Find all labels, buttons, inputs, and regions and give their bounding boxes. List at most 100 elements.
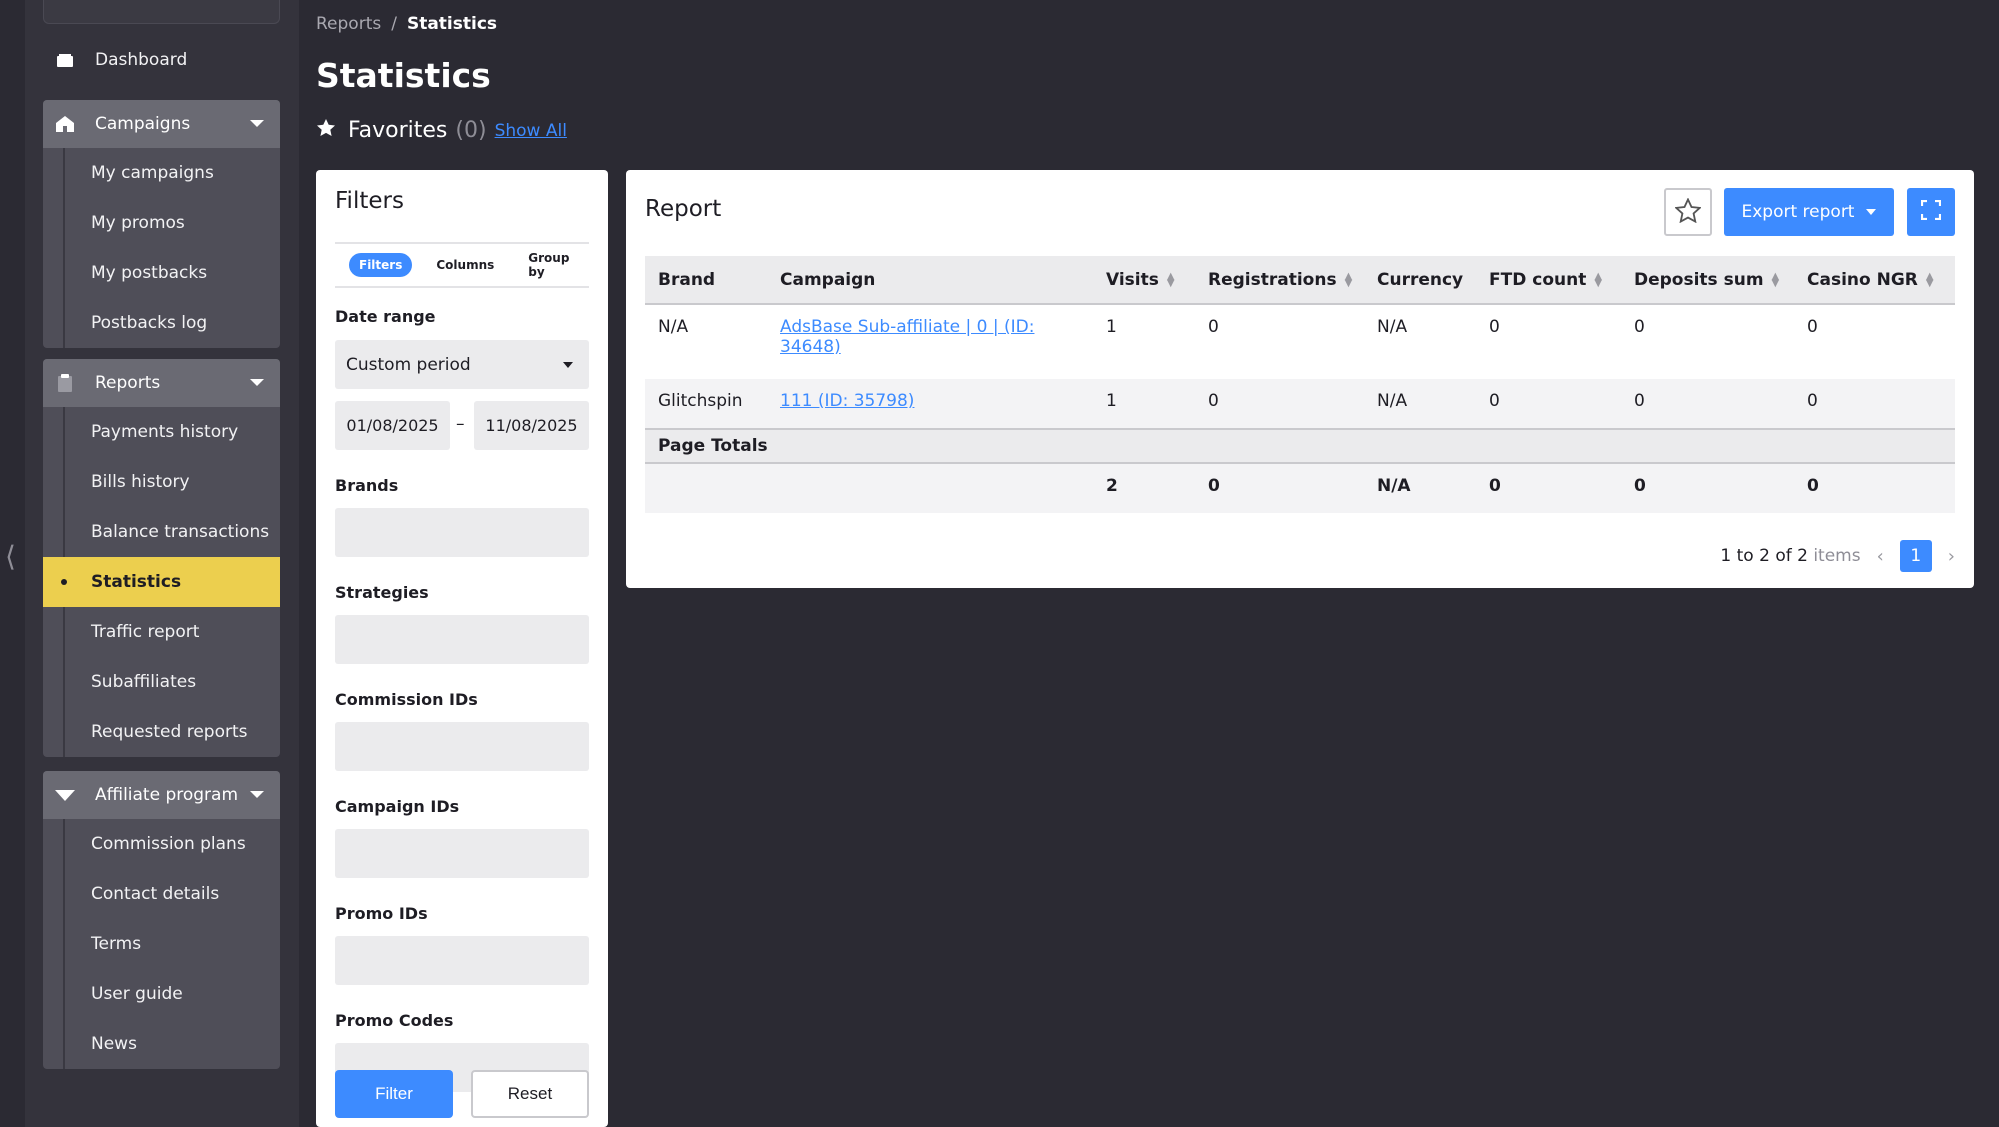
- fullscreen-button[interactable]: [1907, 188, 1955, 236]
- sidebar-item-statistics[interactable]: Statistics: [43, 557, 280, 607]
- table-row: N/A AdsBase Sub-affiliate | 0 | (ID: 346…: [645, 304, 1955, 379]
- sidebar-item-requested-reports[interactable]: Requested reports: [43, 707, 280, 757]
- sidebar-collapse-handle[interactable]: ⟨: [5, 538, 21, 576]
- promo-ids-select[interactable]: [335, 936, 589, 985]
- sort-icon[interactable]: ▲ ▼: [1167, 271, 1175, 288]
- sidebar-item-dashboard[interactable]: Dashboard: [43, 35, 280, 85]
- sidebar-group-header-affiliate-program[interactable]: Affiliate program: [43, 771, 280, 819]
- sidebar-item-payments-history[interactable]: Payments history: [43, 407, 280, 457]
- sidebar-item-commission-plans[interactable]: Commission plans: [43, 819, 280, 869]
- total-casino-ngr: 0: [1794, 463, 1955, 513]
- sidebar-group-affiliate-program: Affiliate program Commission plans Conta…: [43, 771, 280, 1069]
- pagination-items-label: items: [1813, 546, 1861, 566]
- commission-ids-label: Commission IDs: [335, 690, 478, 709]
- reset-button[interactable]: Reset: [471, 1070, 589, 1118]
- tab-columns[interactable]: Columns: [426, 253, 504, 277]
- campaign-ids-label: Campaign IDs: [335, 797, 460, 816]
- sidebar: Dashboard Campaigns My campaigns My prom…: [25, 0, 299, 1127]
- sidebar-item-traffic-report[interactable]: Traffic report: [43, 607, 280, 657]
- column-header-label: FTD count: [1489, 269, 1587, 290]
- filters-panel: Filters Filters Columns Group by Date ra…: [316, 170, 608, 1127]
- sort-icon[interactable]: ▲ ▼: [1594, 271, 1602, 288]
- sort-icon[interactable]: ▲ ▼: [1772, 271, 1780, 288]
- table-row: Glitchspin 111 (ID: 35798) 1 0 N/A 0 0 0: [645, 379, 1955, 429]
- sidebar-item-balance-transactions[interactable]: Balance transactions: [43, 507, 280, 557]
- cell-casino-ngr: 0: [1794, 379, 1955, 429]
- sidebar-item-contact-details[interactable]: Contact details: [43, 869, 280, 919]
- sidebar-item-my-postbacks[interactable]: My postbacks: [43, 248, 280, 298]
- cell-campaign: 111 (ID: 35798): [767, 379, 1093, 429]
- column-header-label: Deposits sum: [1634, 269, 1764, 290]
- tab-group-by[interactable]: Group by: [518, 246, 589, 284]
- add-favorite-button[interactable]: [1664, 188, 1712, 236]
- cell-casino-ngr: 0: [1794, 304, 1955, 379]
- sidebar-item-my-promos[interactable]: My promos: [43, 198, 280, 248]
- cell-ftd-count: 0: [1476, 304, 1621, 379]
- campaign-link[interactable]: 111 (ID: 35798): [780, 391, 914, 411]
- report-panel: Report Export report Brand Campaign Visi…: [626, 170, 1974, 588]
- total-visits: 2: [1093, 463, 1195, 513]
- breadcrumb-parent[interactable]: Reports: [316, 14, 381, 34]
- column-header-campaign[interactable]: Campaign: [767, 256, 1093, 305]
- show-all-link[interactable]: Show All: [495, 121, 567, 141]
- column-header-ftd-count[interactable]: FTD count ▲ ▼: [1476, 256, 1621, 305]
- commission-ids-select[interactable]: [335, 722, 589, 771]
- date-from-input[interactable]: 01/08/2025: [335, 401, 450, 450]
- cell-brand: [645, 463, 767, 513]
- column-header-casino-ngr[interactable]: Casino NGR ▲ ▼: [1794, 256, 1955, 305]
- column-header-currency[interactable]: Currency: [1364, 256, 1476, 305]
- column-header-label: Currency: [1377, 269, 1464, 290]
- campaign-link[interactable]: AdsBase Sub-affiliate | 0 | (ID: 34648): [780, 317, 1034, 357]
- breadcrumb-separator: /: [391, 14, 397, 34]
- column-header-label: Campaign: [780, 269, 876, 290]
- total-deposits-sum: 0: [1621, 463, 1794, 513]
- sidebar-item-bills-history[interactable]: Bills history: [43, 457, 280, 507]
- filter-button[interactable]: Filter: [335, 1070, 453, 1118]
- sidebar-item-my-campaigns[interactable]: My campaigns: [43, 148, 280, 198]
- chevron-right-icon[interactable]: ›: [1948, 546, 1955, 567]
- date-range-select[interactable]: Custom period: [335, 340, 589, 389]
- sidebar-item-subaffiliates[interactable]: Subaffiliates: [43, 657, 280, 707]
- export-report-button[interactable]: Export report: [1724, 188, 1894, 236]
- breadcrumb: Reports / Statistics: [316, 14, 497, 34]
- sidebar-item-user-guide[interactable]: User guide: [43, 969, 280, 1019]
- cell-deposits-sum: 0: [1621, 379, 1794, 429]
- sidebar-item-terms[interactable]: Terms: [43, 919, 280, 969]
- sort-icon[interactable]: ▲ ▼: [1926, 271, 1934, 288]
- page-totals-label: Page Totals: [645, 428, 1955, 464]
- filters-title: Filters: [335, 188, 404, 214]
- dashboard-icon: [51, 53, 79, 68]
- cell-registrations: 0: [1195, 379, 1364, 429]
- page-button[interactable]: 1: [1899, 540, 1932, 572]
- tab-filters[interactable]: Filters: [349, 253, 413, 277]
- sidebar-group-header-reports[interactable]: Reports: [43, 359, 280, 407]
- column-header-brand[interactable]: Brand: [645, 256, 767, 305]
- column-header-label: Brand: [658, 269, 716, 290]
- chevron-down-icon: [250, 120, 264, 127]
- brands-select[interactable]: [335, 508, 589, 557]
- cell-visits: 1: [1093, 379, 1195, 429]
- chevron-left-icon[interactable]: ‹: [1877, 546, 1884, 567]
- filters-tabs: Filters Columns Group by: [335, 242, 589, 288]
- date-range-label: Date range: [335, 307, 436, 326]
- sort-icon[interactable]: ▲ ▼: [1345, 271, 1353, 288]
- favorites-bar: Favorites (0) Show All: [316, 118, 567, 143]
- total-ftd-count: 0: [1476, 463, 1621, 513]
- breadcrumb-current: Statistics: [406, 14, 498, 34]
- column-header-registrations[interactable]: Registrations ▲ ▼: [1195, 256, 1364, 305]
- total-registrations: 0: [1195, 463, 1364, 513]
- sidebar-item-news[interactable]: News: [43, 1019, 280, 1069]
- sidebar-group-header-campaigns[interactable]: Campaigns: [43, 100, 280, 148]
- column-header-visits[interactable]: Visits ▲ ▼: [1093, 256, 1195, 305]
- date-to-input[interactable]: 11/08/2025: [474, 401, 589, 450]
- strategies-label: Strategies: [335, 583, 429, 602]
- strategies-select[interactable]: [335, 615, 589, 664]
- sidebar-search[interactable]: [43, 0, 280, 24]
- pagination-range: 1 to 2 of 2 items: [1720, 546, 1860, 566]
- sidebar-item-label: Dashboard: [95, 50, 188, 70]
- campaign-ids-select[interactable]: [335, 829, 589, 878]
- column-header-deposits-sum[interactable]: Deposits sum ▲ ▼: [1621, 256, 1794, 305]
- promo-codes-label: Promo Codes: [335, 1011, 454, 1030]
- column-header-label: Casino NGR: [1807, 269, 1918, 290]
- sidebar-item-postbacks-log[interactable]: Postbacks log: [43, 298, 280, 348]
